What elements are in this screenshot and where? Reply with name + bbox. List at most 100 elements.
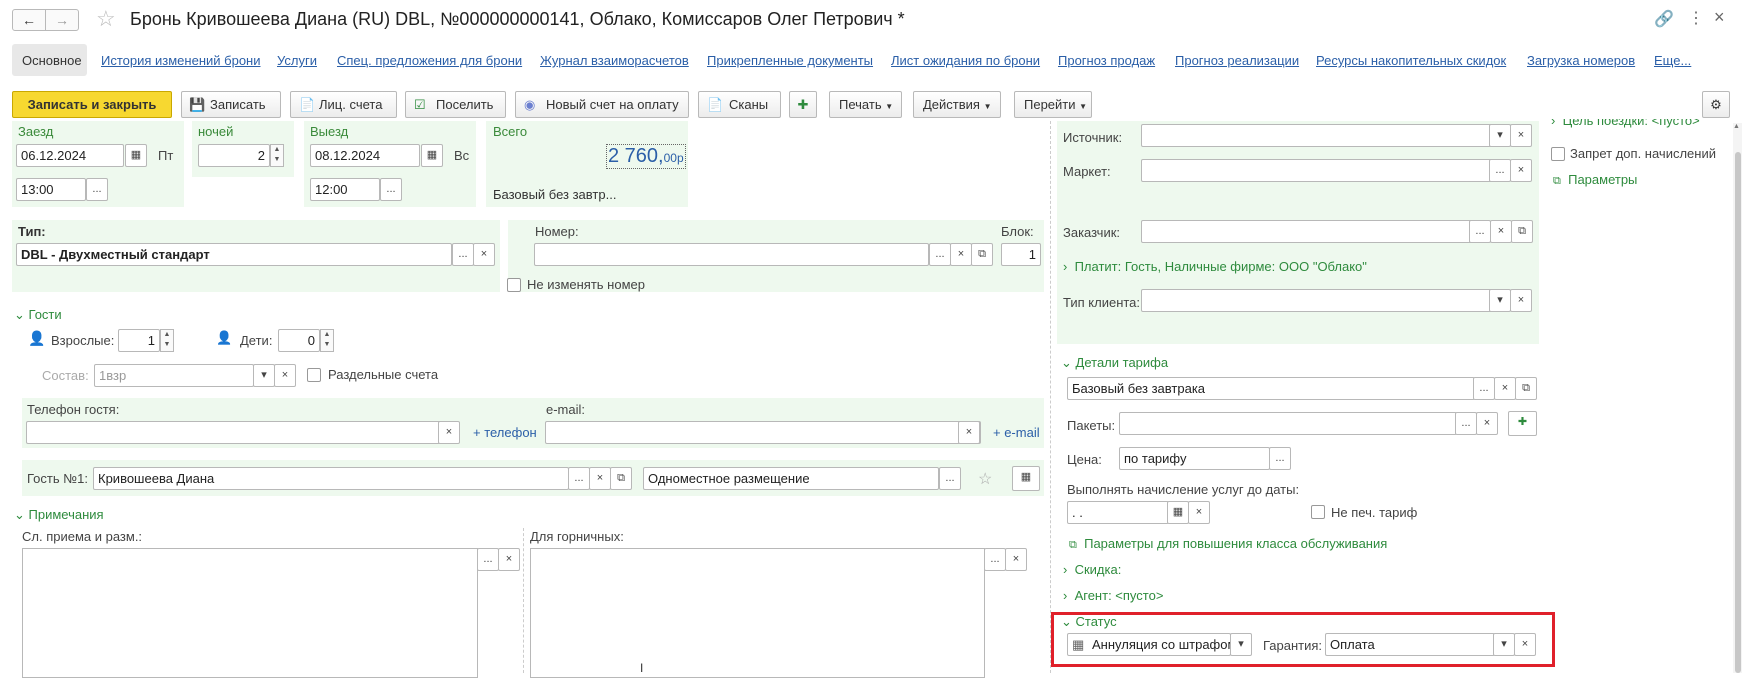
tab-room-load[interactable]: Загрузка номеров: [1527, 53, 1635, 68]
market-field[interactable]: [1141, 159, 1492, 182]
favorite-star-icon[interactable]: ☆: [96, 6, 116, 32]
reception-notes-clear-button[interactable]: ×: [498, 548, 520, 571]
close-icon[interactable]: ×: [1714, 7, 1725, 28]
room-number-field[interactable]: [534, 243, 929, 266]
adults-stepper[interactable]: ▲ ▼: [160, 329, 174, 352]
calendar-icon[interactable]: ▦: [125, 144, 147, 167]
housekeeping-notes-field[interactable]: [530, 548, 985, 678]
packages-field[interactable]: [1119, 412, 1457, 435]
customer-clear-button[interactable]: ×: [1490, 220, 1512, 243]
tab-special-offers[interactable]: Спец. предложения для брони: [337, 53, 522, 68]
room-number-select-button[interactable]: ...: [929, 243, 951, 266]
source-clear-button[interactable]: ×: [1510, 124, 1532, 147]
separate-accounts-checkbox[interactable]: [307, 368, 321, 382]
star-icon[interactable]: ☆: [978, 469, 992, 489]
upgrade-params-link[interactable]: ⧉ Параметры для повышения класса обслужи…: [1069, 536, 1387, 552]
customer-open-button[interactable]: ⧉: [1511, 220, 1533, 243]
client-type-clear-button[interactable]: ×: [1510, 289, 1532, 312]
phone-field[interactable]: [26, 421, 441, 444]
customer-select-button[interactable]: ...: [1469, 220, 1491, 243]
packages-add-button[interactable]: ✚: [1508, 411, 1537, 436]
nights-stepper[interactable]: ▲ ▼: [270, 144, 284, 167]
source-dropdown-button[interactable]: ▾: [1489, 124, 1511, 147]
arrival-date-field[interactable]: 06.12.2024: [16, 144, 124, 167]
add-phone-link[interactable]: + телефон: [473, 425, 537, 440]
customer-field[interactable]: [1141, 220, 1472, 243]
email-clear-button[interactable]: ×: [958, 421, 980, 444]
departure-time-field[interactable]: 12:00: [310, 178, 380, 201]
market-clear-button[interactable]: ×: [1510, 159, 1532, 182]
add-doc-button[interactable]: ✚: [789, 91, 817, 118]
save-button[interactable]: 💾 Записать: [181, 91, 281, 118]
reception-notes-select-button[interactable]: ...: [477, 548, 499, 571]
guarantee-clear-button[interactable]: ×: [1514, 633, 1536, 656]
checkin-button[interactable]: ☑ Поселить: [405, 91, 506, 118]
children-stepper[interactable]: ▲ ▼: [320, 329, 334, 352]
phone-clear-button[interactable]: ×: [438, 421, 460, 444]
tariff-field[interactable]: Базовый без завтрака: [1067, 377, 1475, 400]
composition-dropdown-button[interactable]: ▾: [253, 364, 275, 387]
guest1-accommodation-field[interactable]: Одноместное размещение: [643, 467, 939, 490]
scans-button[interactable]: 📄 Сканы: [698, 91, 781, 118]
tab-waitlist[interactable]: Лист ожидания по брони: [891, 53, 1040, 68]
back-button[interactable]: ←: [12, 9, 46, 31]
departure-time-select-button[interactable]: ...: [380, 178, 402, 201]
save-and-close-button[interactable]: Записать и закрыть: [12, 91, 172, 118]
housekeeping-notes-select-button[interactable]: ...: [984, 548, 1006, 571]
discount-toggle[interactable]: › Скидка:: [1063, 562, 1121, 577]
actions-button[interactable]: Действия ▼: [913, 91, 1001, 118]
composition-field[interactable]: 1взр: [94, 364, 254, 387]
no-extra-charges-checkbox[interactable]: [1551, 147, 1565, 161]
adults-field[interactable]: 1: [118, 329, 160, 352]
link-icon[interactable]: 🔗: [1654, 9, 1674, 29]
packages-clear-button[interactable]: ×: [1476, 412, 1498, 435]
price-field[interactable]: по тарифу: [1119, 447, 1270, 470]
room-type-clear-button[interactable]: ×: [473, 243, 495, 266]
status-dropdown-button[interactable]: ▾: [1230, 633, 1252, 656]
add-email-link[interactable]: + e-mail: [993, 425, 1040, 440]
composition-clear-button[interactable]: ×: [274, 364, 296, 387]
tab-sales-forecast[interactable]: Прогноз продаж: [1058, 53, 1155, 68]
guest-card-button[interactable]: ▦: [1012, 466, 1040, 491]
total-amount[interactable]: 2 760,00р: [606, 144, 686, 169]
scrollbar-thumb[interactable]: [1735, 152, 1741, 673]
tariff-open-button[interactable]: ⧉: [1515, 377, 1537, 400]
scroll-up-arrow[interactable]: ▲: [1733, 123, 1740, 130]
calendar-icon[interactable]: ▦: [421, 144, 443, 167]
keep-number-checkbox[interactable]: [507, 278, 521, 292]
departure-date-field[interactable]: 08.12.2024: [310, 144, 420, 167]
arrival-time-field[interactable]: 13:00: [16, 178, 86, 201]
trip-purpose-toggle[interactable]: › Цель поездки: <пусто>: [1551, 119, 1700, 131]
source-field[interactable]: [1141, 124, 1492, 147]
calendar-icon[interactable]: ▦: [1167, 501, 1189, 524]
packages-select-button[interactable]: ...: [1455, 412, 1477, 435]
more-menu-icon[interactable]: ⋮: [1688, 8, 1704, 28]
housekeeping-notes-clear-button[interactable]: ×: [1005, 548, 1027, 571]
tab-attached-docs[interactable]: Прикрепленные документы: [707, 53, 873, 68]
nights-field[interactable]: 2: [198, 144, 270, 167]
tab-main-label[interactable]: Основное: [22, 53, 82, 68]
status-field[interactable]: ▦ Аннуляция со штрафом: [1067, 633, 1231, 656]
print-button[interactable]: Печать ▼: [829, 91, 902, 118]
notes-section-toggle[interactable]: ⌄ Примечания: [14, 507, 104, 523]
client-type-field[interactable]: [1141, 289, 1492, 312]
tab-settlements[interactable]: Журнал взаиморасчетов: [540, 53, 689, 68]
client-type-dropdown-button[interactable]: ▾: [1489, 289, 1511, 312]
arrival-time-select-button[interactable]: ...: [86, 178, 108, 201]
tariff-section-toggle[interactable]: ⌄ Детали тарифа: [1061, 355, 1168, 371]
accounts-button[interactable]: 📄 Лиц. счета: [290, 91, 397, 118]
tab-discount-resources[interactable]: Ресурсы накопительных скидок: [1316, 53, 1506, 68]
tab-services[interactable]: Услуги: [277, 53, 317, 68]
price-select-button[interactable]: ...: [1269, 447, 1291, 470]
room-type-select-button[interactable]: ...: [452, 243, 474, 266]
goto-button[interactable]: Перейти ▼: [1014, 91, 1092, 118]
tab-realization-forecast[interactable]: Прогноз реализации: [1175, 53, 1299, 68]
block-field[interactable]: 1: [1001, 243, 1041, 266]
guests-section-toggle[interactable]: ⌄ Гости: [14, 307, 62, 323]
tariff-clear-button[interactable]: ×: [1494, 377, 1516, 400]
no-print-tariff-checkbox[interactable]: [1311, 505, 1325, 519]
children-field[interactable]: 0: [278, 329, 320, 352]
new-invoice-button[interactable]: ◉ Новый счет на оплату: [515, 91, 689, 118]
charge-until-clear-button[interactable]: ×: [1188, 501, 1210, 524]
guest1-name-field[interactable]: Кривошеева Диана: [93, 467, 569, 490]
